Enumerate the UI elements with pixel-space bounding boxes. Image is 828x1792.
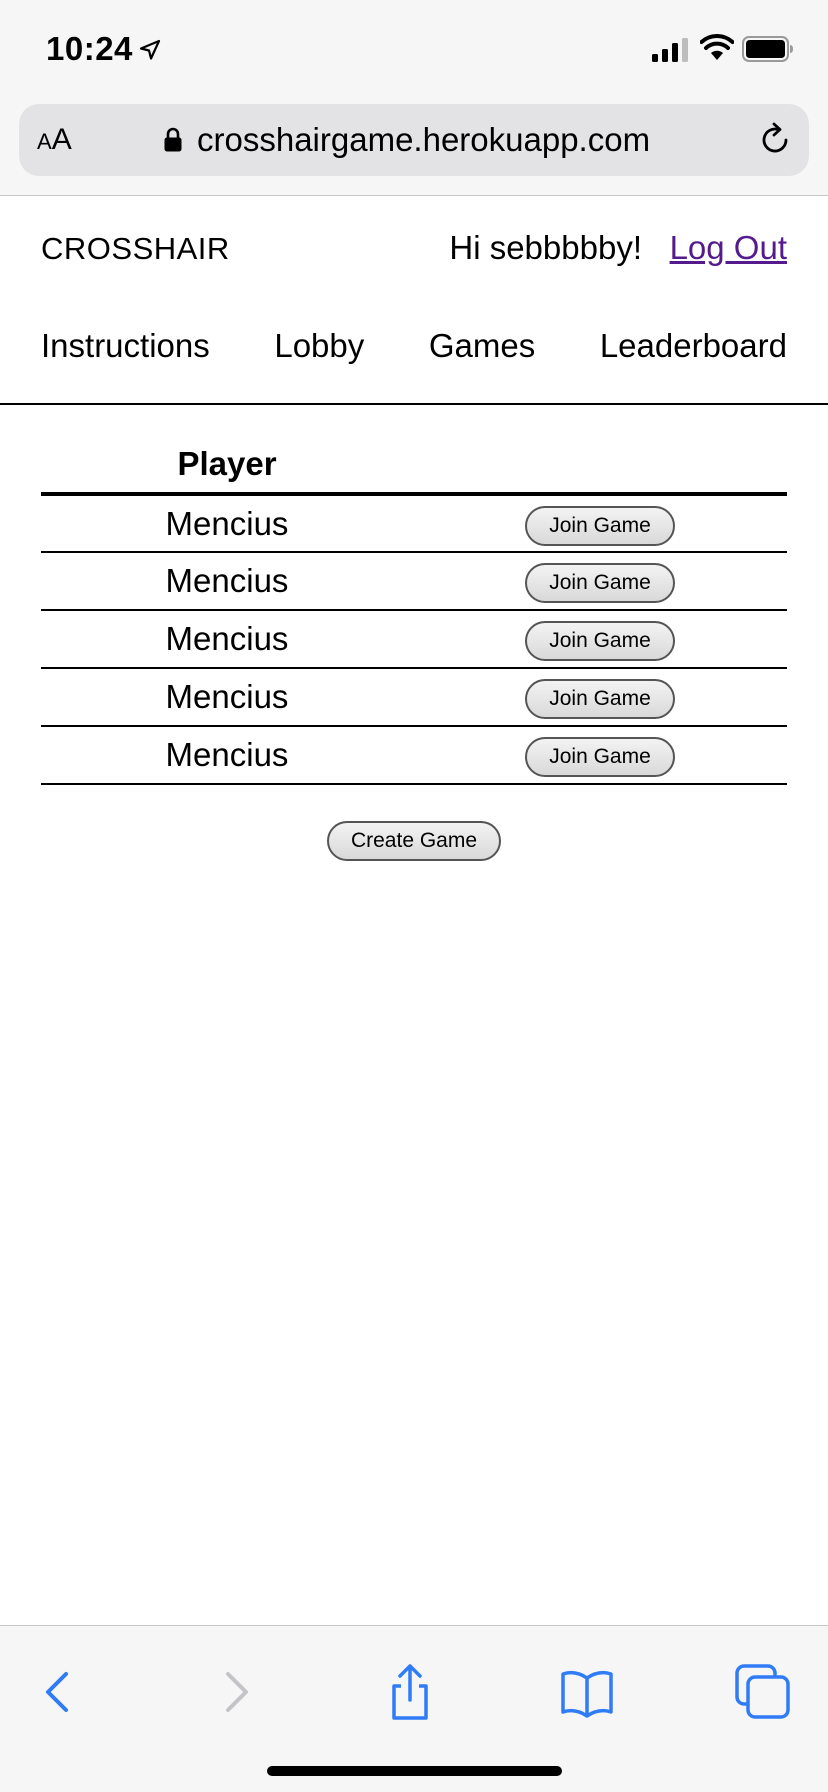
status-time: 10:24 bbox=[46, 30, 133, 67]
player-name: Mencius bbox=[41, 610, 413, 669]
create-game-button[interactable]: Create Game bbox=[326, 821, 502, 861]
join-game-button[interactable]: Join Game bbox=[525, 621, 675, 661]
join-game-button[interactable]: Join Game bbox=[525, 737, 675, 777]
lock-icon bbox=[164, 127, 182, 152]
logout-link[interactable]: Log Out bbox=[670, 229, 787, 267]
player-name: Mencius bbox=[41, 668, 413, 727]
share-icon[interactable] bbox=[380, 1662, 440, 1722]
player-name: Mencius bbox=[41, 726, 413, 785]
table-row: Mencius Join Game bbox=[41, 668, 787, 727]
player-name: Mencius bbox=[41, 552, 413, 611]
site-brand[interactable]: CROSSHAIR bbox=[41, 231, 230, 267]
nav-link-lobby[interactable]: Lobby bbox=[274, 327, 364, 367]
table-row: Mencius Join Game bbox=[41, 726, 787, 785]
table-row: Mencius Join Game bbox=[41, 610, 787, 669]
column-header-player: Player bbox=[41, 436, 413, 496]
join-game-button[interactable]: Join Game bbox=[525, 563, 675, 603]
main-nav: Instructions Lobby Games Leaderboard bbox=[41, 327, 787, 367]
create-game-wrap: Create Game bbox=[41, 821, 787, 861]
home-indicator bbox=[267, 1766, 562, 1776]
site-header: CROSSHAIR Hi sebbbbby! Log Out Instructi… bbox=[0, 197, 828, 405]
nav-link-leaderboard[interactable]: Leaderboard bbox=[600, 327, 787, 367]
action-cell: Join Game bbox=[413, 610, 787, 669]
table-row: Mencius Join Game bbox=[41, 494, 787, 553]
back-icon[interactable] bbox=[28, 1662, 88, 1722]
reload-icon[interactable] bbox=[757, 122, 793, 158]
nav-link-instructions[interactable]: Instructions bbox=[41, 327, 210, 367]
text-size-button[interactable]: AA bbox=[37, 120, 87, 160]
wifi-icon bbox=[700, 34, 734, 60]
table-row: Mencius Join Game bbox=[41, 552, 787, 611]
action-cell: Join Game bbox=[413, 668, 787, 727]
forward-icon[interactable] bbox=[206, 1662, 266, 1722]
player-name: Mencius bbox=[41, 494, 413, 553]
browser-top-chrome: 10:24 AA crosshairgame.herokuapp.com bbox=[0, 0, 828, 196]
table-header-row: Player bbox=[41, 436, 787, 496]
status-bar: 10:24 bbox=[0, 0, 828, 100]
nav-link-games[interactable]: Games bbox=[429, 327, 535, 367]
battery-icon bbox=[742, 36, 793, 62]
lobby-content: Player Mencius Join Game Mencius Join Ga… bbox=[41, 436, 787, 861]
open-games-table: Player Mencius Join Game Mencius Join Ga… bbox=[41, 436, 787, 785]
bookmarks-icon[interactable] bbox=[557, 1662, 617, 1722]
join-game-button[interactable]: Join Game bbox=[525, 679, 675, 719]
address-bar[interactable]: AA crosshairgame.herokuapp.com bbox=[19, 104, 809, 176]
tabs-icon[interactable] bbox=[733, 1662, 793, 1722]
join-game-button[interactable]: Join Game bbox=[525, 505, 675, 546]
action-cell: Join Game bbox=[413, 552, 787, 611]
action-cell: Join Game bbox=[413, 494, 787, 553]
user-greeting: Hi sebbbbby! bbox=[449, 229, 642, 266]
location-arrow-icon bbox=[139, 39, 161, 60]
cellular-signal-icon bbox=[652, 38, 688, 62]
column-header-action bbox=[413, 436, 787, 496]
action-cell: Join Game bbox=[413, 726, 787, 785]
url-text[interactable]: crosshairgame.herokuapp.com bbox=[197, 104, 650, 176]
